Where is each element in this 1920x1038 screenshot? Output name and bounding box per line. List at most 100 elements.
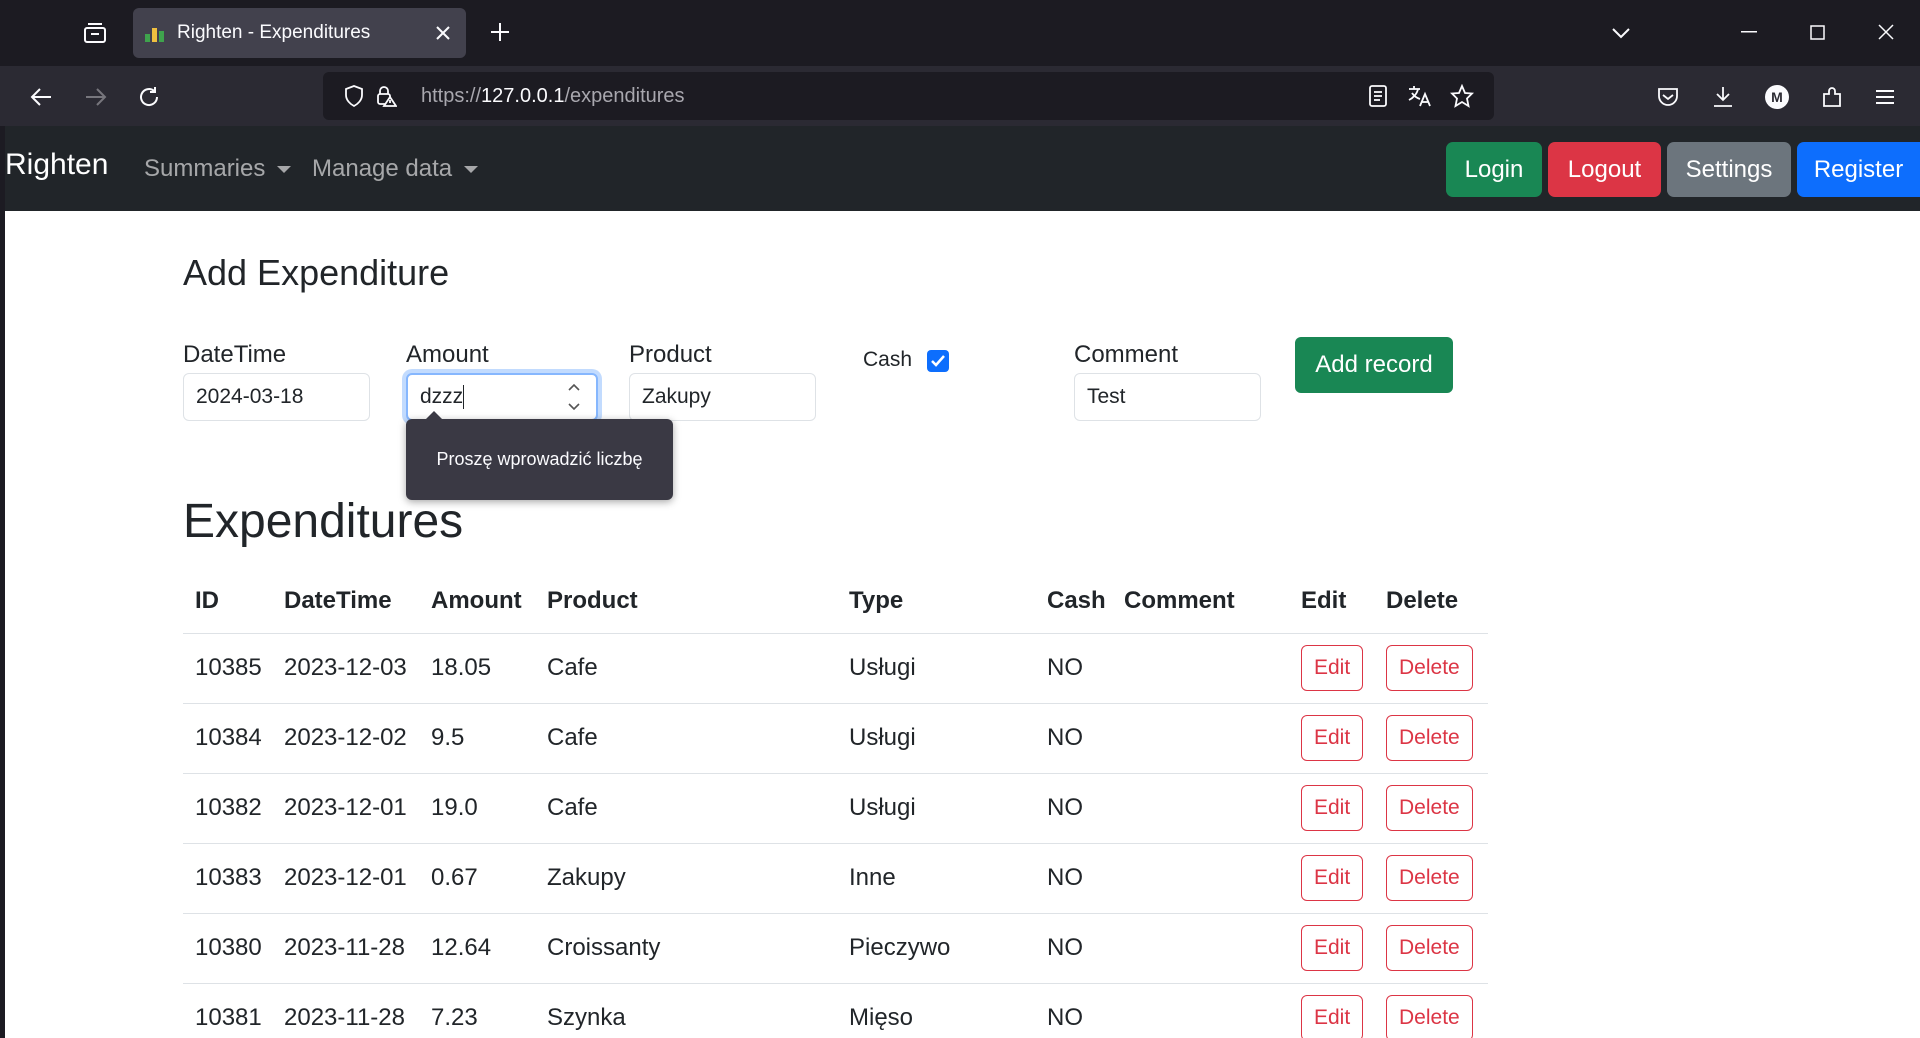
cell-edit: Edit <box>1289 703 1374 774</box>
cell-datetime: 2023-11-28 <box>272 913 419 984</box>
translate-icon[interactable] <box>1406 82 1434 110</box>
number-spinner-icon[interactable] <box>564 383 584 411</box>
cell-datetime: 2023-11-28 <box>272 983 419 1038</box>
cell-product: Croissanty <box>535 913 837 984</box>
delete-button[interactable]: Delete <box>1386 925 1473 971</box>
edit-button[interactable]: Edit <box>1301 785 1364 831</box>
reload-icon[interactable] <box>132 80 166 114</box>
cell-edit: Edit <box>1289 773 1374 844</box>
cell-delete: Delete <box>1374 633 1488 704</box>
cell-id: 10380 <box>183 913 272 984</box>
cash-checkbox[interactable] <box>927 350 949 372</box>
edit-button[interactable]: Edit <box>1301 715 1364 761</box>
product-input[interactable]: Zakupy <box>629 373 816 421</box>
maximize-icon[interactable] <box>1792 14 1842 50</box>
forward-arrow-icon[interactable] <box>79 80 113 114</box>
product-label: Product <box>629 341 712 368</box>
minimize-icon[interactable] <box>1724 14 1774 50</box>
account-avatar-icon[interactable]: M <box>1760 80 1794 114</box>
cell-product: Cafe <box>535 703 837 774</box>
cell-cash: NO <box>1035 913 1112 984</box>
cell-comment <box>1112 843 1289 914</box>
cell-id: 10381 <box>183 983 272 1038</box>
delete-button[interactable]: Delete <box>1386 995 1473 1038</box>
cell-datetime: 2023-12-02 <box>272 703 419 774</box>
cell-edit: Edit <box>1289 983 1374 1038</box>
bookmark-star-icon[interactable] <box>1448 82 1476 110</box>
delete-button[interactable]: Delete <box>1386 645 1473 691</box>
cell-id: 10382 <box>183 773 272 844</box>
settings-button[interactable]: Settings <box>1667 142 1791 197</box>
add-record-button[interactable]: Add record <box>1295 337 1453 393</box>
cell-amount: 12.64 <box>419 913 535 984</box>
datetime-input[interactable]: 2024-03-18 <box>183 373 370 421</box>
table-row: 10382 2023-12-01 19.0 Cafe Usługi NO Edit Delet… <box>183 773 1488 844</box>
cell-amount: 19.0 <box>419 773 535 844</box>
web-page: Righten Summaries Manage data Login Logo… <box>5 126 1920 1038</box>
back-arrow-icon[interactable] <box>24 80 58 114</box>
cell-amount: 18.05 <box>419 633 535 704</box>
cell-type: Pieczywo <box>837 913 1035 984</box>
cell-id: 10383 <box>183 843 272 914</box>
url-text: https://127.0.0.1/expenditures <box>421 84 685 107</box>
download-icon[interactable] <box>1706 80 1740 114</box>
site-navbar: Righten Summaries Manage data Login Logo… <box>5 126 1920 211</box>
cell-type: Usługi <box>837 703 1035 774</box>
tab-title: Righten - Expenditures <box>177 22 371 43</box>
cell-type: Inne <box>837 843 1035 914</box>
tab-overview-icon[interactable] <box>78 16 112 50</box>
cell-cash: NO <box>1035 703 1112 774</box>
register-button[interactable]: Register <box>1797 142 1920 197</box>
extensions-icon[interactable] <box>1815 80 1849 114</box>
edit-button[interactable]: Edit <box>1301 925 1364 971</box>
cell-delete: Delete <box>1374 983 1488 1038</box>
col-id: ID <box>183 569 272 634</box>
menu-manage-data[interactable]: Manage data <box>312 155 479 183</box>
list-all-tabs-icon[interactable] <box>1605 18 1637 48</box>
cell-datetime: 2023-12-03 <box>272 633 419 704</box>
new-tab-icon[interactable] <box>484 16 516 48</box>
col-datetime: DateTime <box>272 569 419 634</box>
col-cash: Cash <box>1035 569 1112 634</box>
table-row: 10385 2023-12-03 18.05 Cafe Usługi NO Edit Dele… <box>183 633 1488 704</box>
tab-close-icon[interactable] <box>432 22 454 44</box>
brand-logo[interactable]: Righten <box>5 148 108 182</box>
cell-edit: Edit <box>1289 633 1374 704</box>
amount-label: Amount <box>406 341 489 368</box>
table-row: 10383 2023-12-01 0.67 Zakupy Inne NO Edit Delet… <box>183 843 1488 914</box>
browser-tab-active[interactable]: Righten - Expenditures <box>133 8 466 58</box>
edit-button[interactable]: Edit <box>1301 645 1364 691</box>
cell-type: Mięso <box>837 983 1035 1038</box>
tracking-shield-icon[interactable] <box>341 83 367 109</box>
cell-datetime: 2023-12-01 <box>272 773 419 844</box>
cell-id: 10384 <box>183 703 272 774</box>
reader-view-icon[interactable] <box>1364 82 1392 110</box>
login-button[interactable]: Login <box>1446 142 1542 197</box>
delete-button[interactable]: Delete <box>1386 715 1473 761</box>
menu-summaries[interactable]: Summaries <box>144 155 292 183</box>
cell-cash: NO <box>1035 843 1112 914</box>
pocket-icon[interactable] <box>1651 80 1685 114</box>
edit-button[interactable]: Edit <box>1301 995 1364 1038</box>
cell-product: Szynka <box>535 983 837 1038</box>
comment-input[interactable]: Test <box>1074 373 1261 421</box>
browser-toolbar: https://127.0.0.1/expenditures M <box>0 66 1920 126</box>
col-product: Product <box>535 569 837 634</box>
cell-comment <box>1112 773 1289 844</box>
cell-datetime: 2023-12-01 <box>272 843 419 914</box>
amount-input-value: dzzz <box>420 385 464 408</box>
logout-button[interactable]: Logout <box>1548 142 1661 197</box>
window-close-icon[interactable] <box>1861 14 1911 50</box>
validation-tooltip: Proszę wprowadzić liczbę <box>406 411 673 500</box>
cell-comment <box>1112 703 1289 774</box>
app-menu-icon[interactable] <box>1868 80 1902 114</box>
delete-button[interactable]: Delete <box>1386 785 1473 831</box>
edit-button[interactable]: Edit <box>1301 855 1364 901</box>
comment-label: Comment <box>1074 341 1179 368</box>
address-bar[interactable]: https://127.0.0.1/expenditures <box>323 72 1494 120</box>
cell-delete: Delete <box>1374 703 1488 774</box>
lock-warning-icon[interactable] <box>373 83 399 109</box>
delete-button[interactable]: Delete <box>1386 855 1473 901</box>
cell-edit: Edit <box>1289 913 1374 984</box>
cell-comment <box>1112 983 1289 1038</box>
